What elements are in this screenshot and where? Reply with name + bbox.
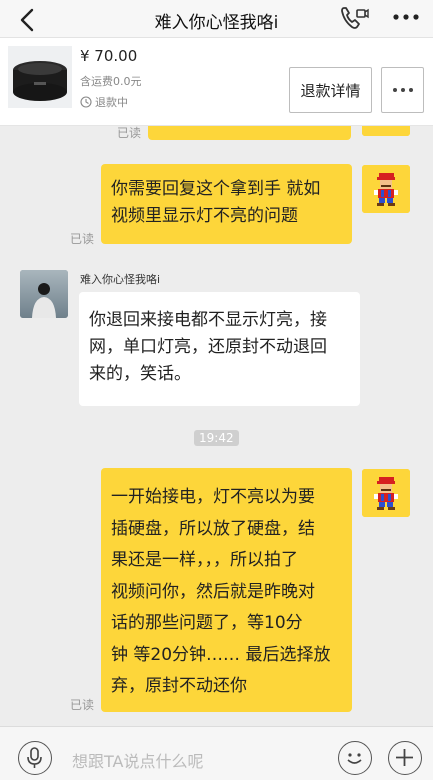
- message-line: 视频里显示灯不亮的问题: [111, 206, 298, 226]
- order-more-button[interactable]: [381, 67, 424, 113]
- sender-name: 难入你心怪我咯i: [80, 273, 161, 286]
- message-line: 钟 等20分钟…… 最后选择放: [111, 644, 331, 665]
- read-receipt: 已读: [117, 126, 142, 140]
- message-line: 一开始接电，灯不亮以为要: [111, 487, 315, 507]
- shipping-fee: 含运费0.0元: [80, 75, 142, 88]
- more-options-icon[interactable]: [391, 7, 421, 27]
- refund-status: 退款中: [80, 94, 128, 110]
- message-line: 果还是一样，，，所以拍了: [111, 550, 298, 570]
- microphone-icon: [27, 747, 42, 768]
- message-line: 网，单口灯亮，还原封不动退回: [89, 337, 327, 357]
- message-line: 你退回来接电都不显示灯亮，接: [89, 310, 327, 330]
- back-arrow-icon[interactable]: [14, 6, 42, 34]
- my-avatar[interactable]: [362, 469, 410, 517]
- message-input[interactable]: 想跟TA说点什么呢: [72, 748, 203, 772]
- person-silhouette-icon: [20, 270, 68, 318]
- smiley-icon: [347, 753, 362, 764]
- product-thumbnail[interactable]: [8, 46, 72, 108]
- message-bubble-mine[interactable]: 你需要回复这个拿到手 就如 视频里显示灯不亮的问题: [101, 164, 352, 244]
- contact-avatar[interactable]: [20, 270, 68, 318]
- message-line: 插硬盘，所以放了硬盘，结: [111, 518, 315, 539]
- clock-icon: [80, 96, 92, 108]
- message-line: 你需要回复这个拿到手 就如: [111, 179, 321, 199]
- message-bubble-theirs[interactable]: 你退回来接电都不显示灯亮，接 网，单口灯亮，还原封不动退回 来的，笑话。: [79, 292, 360, 406]
- read-receipt: 已读: [70, 232, 95, 246]
- router-device-image: [8, 46, 72, 108]
- refund-status-label: 退款中: [95, 96, 128, 109]
- order-price: ¥ 70.00: [80, 47, 138, 65]
- order-card[interactable]: ¥ 70.00 含运费0.0元 退款中 退款详情: [0, 38, 433, 126]
- read-receipt: 已读: [70, 698, 95, 712]
- refund-details-button[interactable]: 退款详情: [289, 67, 372, 113]
- message-line: 视频问你，然后就是昨晚对: [111, 581, 315, 602]
- mario-avatar-icon: [362, 469, 410, 517]
- top-navigation-bar: 难入你心怪我咯i: [0, 0, 433, 38]
- message-line: 弃，原封不动还你: [111, 676, 247, 696]
- emoji-button[interactable]: [338, 741, 372, 775]
- mario-avatar-icon: [362, 126, 410, 136]
- message-line: 来的，笑话。: [89, 364, 191, 384]
- chat-title: 难入你心怪我咯i: [154, 13, 279, 33]
- phone-video-icon[interactable]: [339, 5, 369, 31]
- my-avatar[interactable]: [362, 126, 410, 136]
- mario-avatar-icon: [362, 165, 410, 213]
- voice-button[interactable]: [18, 741, 52, 775]
- timestamp: 19:42: [194, 430, 239, 446]
- message-line: 话的那些问题了，等10分: [111, 613, 303, 633]
- plus-icon: [396, 749, 413, 766]
- ellipsis-icon: [392, 88, 413, 92]
- chat-message-list[interactable]: 已读 你需要回复这个拿到手 就如 视频里显示灯不亮的问题 已读 难入你心怪我咯i…: [0, 126, 433, 726]
- message-bubble-mine[interactable]: 一开始接电，灯不亮以为要 插硬盘，所以放了硬盘，结 果还是一样，，，所以拍了 视…: [101, 468, 352, 712]
- my-avatar[interactable]: [362, 165, 410, 213]
- message-input-bar: 想跟TA说点什么呢: [0, 726, 433, 780]
- add-attachment-button[interactable]: [388, 741, 422, 775]
- message-bubble-partial[interactable]: [148, 126, 351, 140]
